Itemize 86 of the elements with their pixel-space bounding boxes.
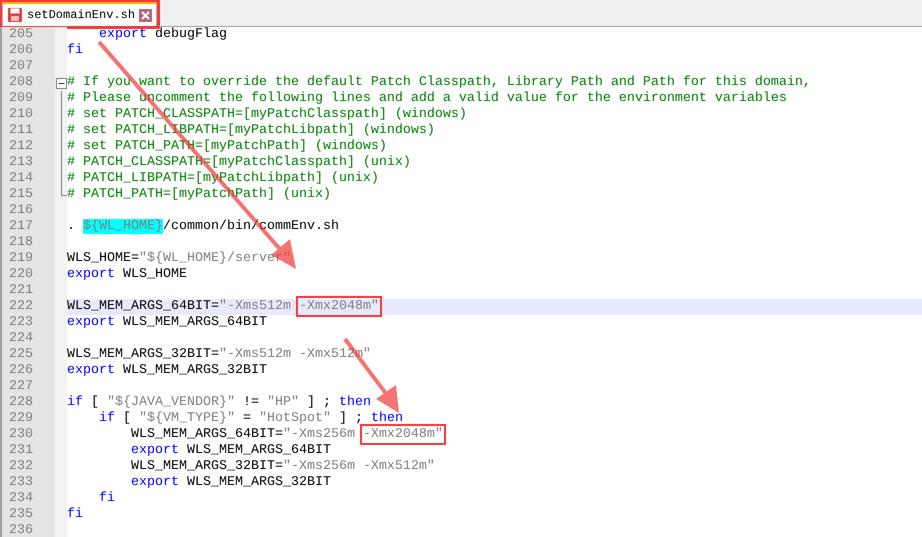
line-number: 222 [9,299,33,314]
line-number: 233 [9,475,33,490]
line-number: 218 [9,235,33,250]
string-literal: "${JAVA_VENDOR}" [107,395,235,410]
line-number: 235 [9,507,33,522]
code-text: WLS_MEM_ARGS_32BIT [186,475,331,490]
line-number: 207 [9,59,33,74]
line-number: 232 [9,459,33,474]
string-literal: "HP" [266,395,299,410]
code-text: WLS_MEM_ARGS_32BIT= [67,347,219,362]
keyword: export [130,475,179,490]
line-number: 211 [9,123,33,138]
keyword: fi [67,507,83,522]
fold-end-line [60,187,66,196]
line-number: 213 [9,155,33,170]
line-number: 226 [9,363,33,378]
line-number: 230 [9,427,33,442]
code-text: . [67,219,76,234]
line-number: 205 [9,27,33,42]
code-text: WLS_MEM_ARGS_64BIT= [130,427,283,442]
string-literal: "-Xms512m [218,299,292,314]
code-text: [ [122,411,132,426]
keyword: if [67,395,83,410]
keyword: export [67,267,115,282]
keyword: if [98,411,115,426]
string-literal: "HotSpot" [258,411,331,426]
line-number: 229 [9,411,33,426]
string-literal: -Xmx2048m" [362,427,443,442]
line-number: 208 [9,75,33,90]
line-number: 221 [9,283,33,298]
code-text: [ [90,395,100,410]
collapse-icon[interactable] [56,78,66,88]
code-text: = [242,411,252,426]
code-text: WLS_MEM_ARGS_64BIT= [67,299,219,314]
code-text: WLS_MEM_ARGS_64BIT [122,315,267,330]
code-comment: # set PATCH_LIBPATH=[myPatchLibpath] (windows) [67,123,435,138]
code-comment: # Please uncomment the following lines and add a valid value for the environment variables [67,91,787,106]
line-number: 215 [9,187,33,202]
keyword: export [130,443,179,458]
code-comment: # PATCH_LIBPATH=[myPatchLibpath] (unix) [67,171,379,186]
line-number: 227 [9,379,33,394]
code-comment: # PATCH_PATH=[myPatchPath] (unix) [67,187,331,202]
code-text: ] ; [338,411,364,426]
line-number: 206 [9,43,33,58]
code-text: ] ; [306,395,332,410]
keyword: fi [98,491,115,506]
string-literal: "-Xms256m -Xmx512m" [282,459,435,474]
keyword: export [98,27,147,42]
code-comment: # set PATCH_CLASSPATH=[myPatchClasspath] (windows) [67,107,467,122]
variable-highlight: ${WL_HOME} [83,219,163,234]
line-number: 224 [9,331,33,346]
code-comment: # PATCH_CLASSPATH=[myPatchClasspath] (unix) [67,155,411,170]
code-text: WLS_MEM_ARGS_64BIT [186,443,331,458]
line-number: 236 [9,523,33,537]
keyword: fi [67,43,83,58]
keyword: then [338,395,371,410]
close-icon[interactable] [139,8,152,22]
line-number: 217 [9,219,33,234]
line-number: 234 [9,491,33,506]
code-text: WLS_HOME= [67,251,139,266]
code-comment: # If you want to override the default Patch Classpath, Library Path and Path for this domain, [67,75,811,90]
code-text: /common/bin/commEnv.sh [162,219,339,234]
line-number: 225 [9,347,33,362]
keyword: export [67,363,115,378]
keyword: export [67,315,115,330]
line-number: 219 [9,251,33,266]
code-comment: # set PATCH_PATH=[myPatchPath] (windows) [67,139,387,154]
line-number: 220 [9,267,33,282]
line-number: 223 [9,315,33,330]
file-tab[interactable]: setDomainEnv.sh [2,2,158,26]
string-literal: -Xmx2048m" [298,299,379,314]
line-number: 212 [9,139,33,154]
line-number: 231 [9,443,33,458]
line-number: 216 [9,203,33,218]
code-text: debugFlag [154,27,227,42]
code-text: != [242,395,260,410]
code-text: WLS_HOME [122,267,187,282]
code-text: WLS_MEM_ARGS_32BIT [122,363,267,378]
line-number: 210 [9,107,33,122]
line-number: 214 [9,171,33,186]
code-text: WLS_MEM_ARGS_32BIT= [130,459,283,474]
line-number: 228 [9,395,33,410]
line-number: 209 [9,91,33,106]
keyword: then [370,411,403,426]
string-literal: "-Xms256m [282,427,356,442]
string-literal: "${VM_TYPE}" [139,411,235,426]
